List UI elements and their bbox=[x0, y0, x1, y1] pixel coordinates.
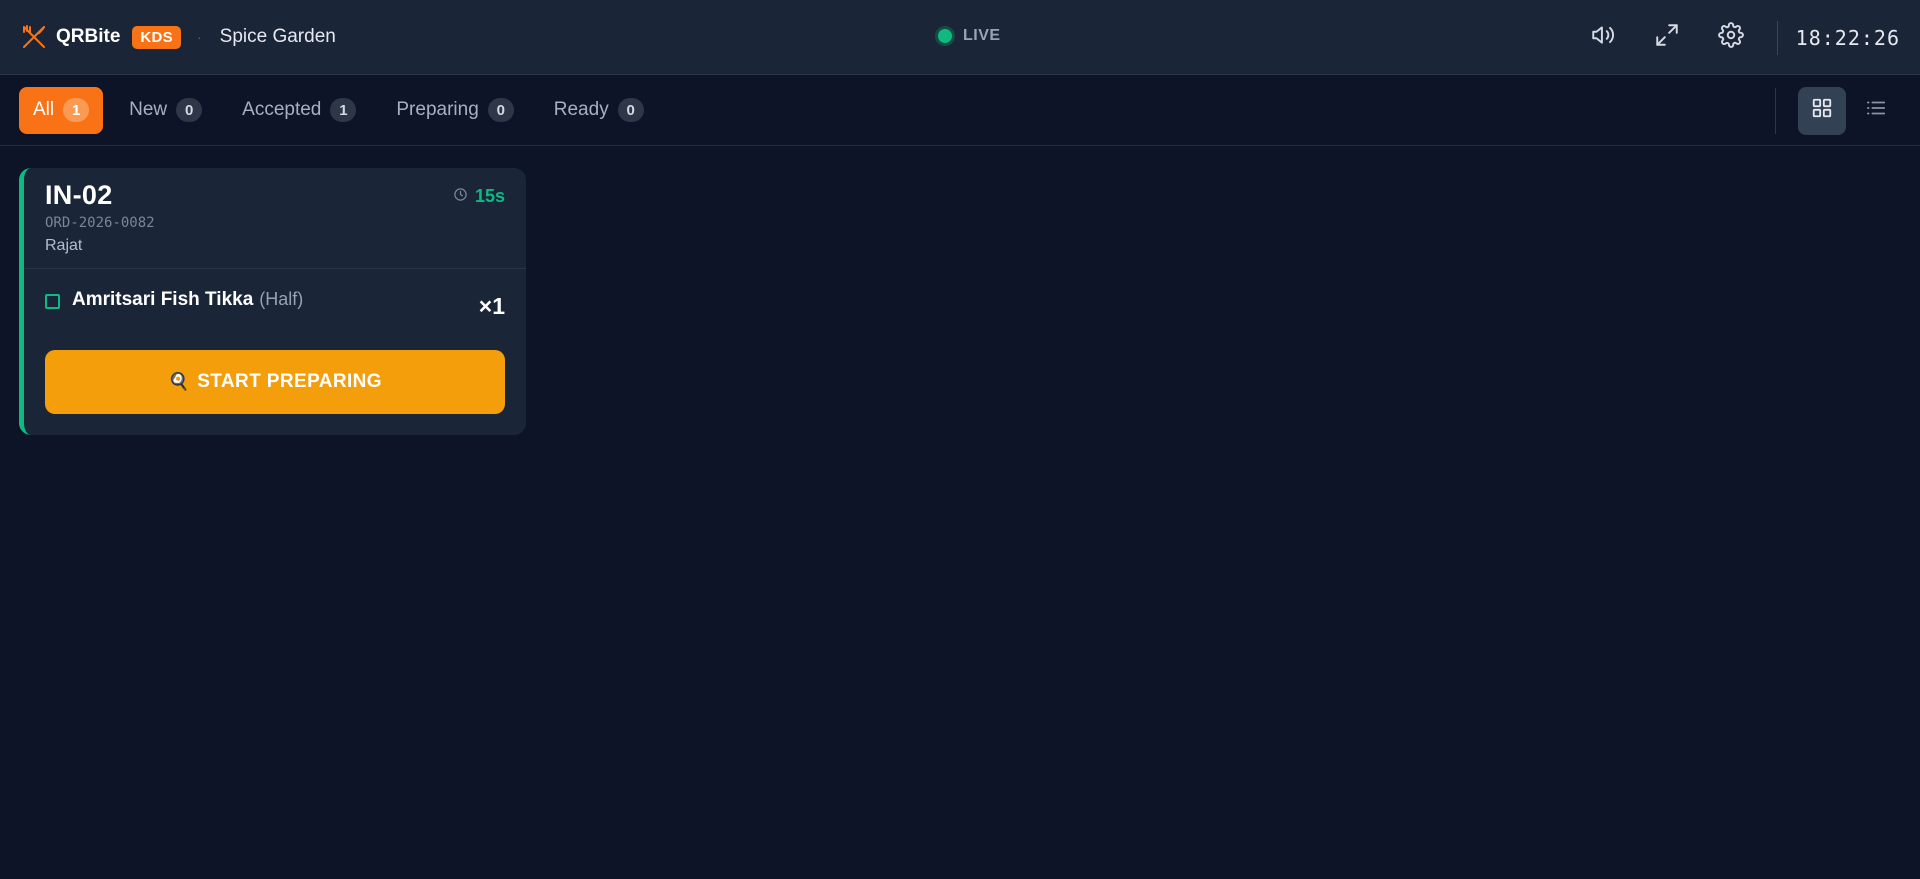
filter-tab-accepted[interactable]: Accepted 1 bbox=[228, 87, 370, 134]
order-item: Amritsari Fish Tikka (Half) ×1 bbox=[24, 269, 526, 349]
sound-button[interactable] bbox=[1583, 18, 1623, 58]
list-icon bbox=[1865, 97, 1887, 124]
view-toggle-divider bbox=[1775, 87, 1776, 134]
filter-tab-count: 1 bbox=[63, 98, 90, 122]
fork-knife-icon bbox=[20, 23, 48, 51]
grid-view-button[interactable] bbox=[1798, 86, 1846, 135]
brand: QRBite KDS · Spice Garden bbox=[20, 23, 336, 51]
brand-name: QRBite bbox=[56, 26, 121, 47]
header-separator: · bbox=[196, 29, 202, 45]
kds-app: QRBite KDS · Spice Garden LIVE 18:22:26 … bbox=[0, 0, 1920, 879]
item-text: Amritsari Fish Tikka (Half) bbox=[72, 289, 303, 311]
start-preparing-label: START PREPARING bbox=[197, 371, 382, 392]
filter-tab-label: New bbox=[129, 99, 168, 120]
orders-board: IN-02 ORD-2026-0082 Rajat 15s Amritsari … bbox=[0, 146, 1920, 457]
order-number: ORD-2026-0082 bbox=[45, 215, 155, 231]
filter-tab-count: 1 bbox=[330, 98, 357, 122]
item-variant: (Half) bbox=[259, 289, 304, 309]
fullscreen-button[interactable] bbox=[1647, 18, 1687, 58]
filter-tab-all[interactable]: All 1 bbox=[19, 86, 104, 134]
filter-tab-preparing[interactable]: Preparing 0 bbox=[382, 87, 527, 134]
kds-badge: KDS bbox=[132, 25, 181, 49]
elapsed-time: 15s bbox=[474, 186, 505, 206]
item-name: Amritsari Fish Tikka bbox=[72, 289, 254, 310]
filter-tab-count: 0 bbox=[487, 98, 514, 122]
order-timer: 15s bbox=[453, 186, 505, 207]
gear-icon bbox=[1717, 22, 1744, 53]
filter-tab-new[interactable]: New 0 bbox=[115, 87, 216, 134]
filter-tab-ready[interactable]: Ready 0 bbox=[540, 87, 658, 134]
item-checkbox[interactable] bbox=[45, 294, 60, 309]
live-dot bbox=[935, 26, 955, 46]
speaker-icon bbox=[1590, 22, 1616, 53]
live-label: LIVE bbox=[963, 27, 1001, 44]
restaurant-name: Spice Garden bbox=[219, 26, 336, 47]
item-quantity: ×1 bbox=[478, 293, 505, 319]
filter-tab-label: Accepted bbox=[242, 99, 322, 120]
header-actions: 18:22:26 bbox=[1559, 0, 1900, 75]
filter-tab-count: 0 bbox=[176, 98, 203, 122]
order-card-header: IN-02 ORD-2026-0082 Rajat 15s bbox=[24, 168, 526, 269]
view-toggle bbox=[1775, 86, 1900, 135]
grid-icon bbox=[1811, 97, 1833, 124]
frying-pan-icon: 🍳 bbox=[168, 372, 190, 391]
expand-icon bbox=[1654, 22, 1680, 53]
clock: 18:22:26 bbox=[1795, 25, 1900, 50]
customer-name: Rajat bbox=[45, 237, 83, 254]
start-preparing-button[interactable]: 🍳 START PREPARING bbox=[45, 350, 505, 414]
table-id: IN-02 bbox=[45, 180, 113, 210]
list-view-button[interactable] bbox=[1852, 87, 1900, 135]
settings-button[interactable] bbox=[1711, 18, 1751, 58]
filter-tab-label: Preparing bbox=[396, 99, 479, 120]
clock-icon bbox=[453, 187, 468, 207]
filter-tab-label: All bbox=[33, 99, 55, 120]
status-filter-bar: All 1 New 0 Accepted 1 Preparing 0 Ready… bbox=[0, 75, 1920, 146]
filter-tab-count: 0 bbox=[617, 98, 644, 122]
order-card[interactable]: IN-02 ORD-2026-0082 Rajat 15s Amritsari … bbox=[19, 168, 526, 435]
filter-tab-label: Ready bbox=[553, 99, 609, 120]
live-indicator: LIVE bbox=[935, 26, 1001, 46]
header-divider bbox=[1776, 20, 1778, 55]
top-header: QRBite KDS · Spice Garden LIVE 18:22:26 bbox=[0, 0, 1920, 75]
